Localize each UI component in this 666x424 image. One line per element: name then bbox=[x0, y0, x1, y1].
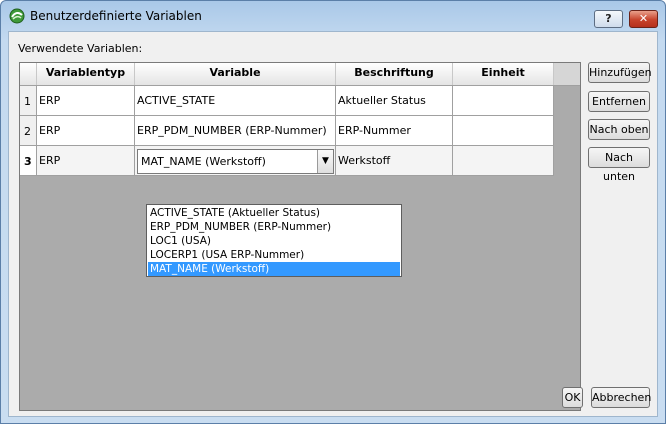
cell-einheit[interactable] bbox=[453, 146, 554, 176]
column-header-beschriftung[interactable]: Beschriftung bbox=[336, 63, 453, 85]
cancel-button[interactable]: Abbrechen bbox=[591, 387, 651, 408]
add-button[interactable]: Hinzufügen bbox=[588, 62, 652, 83]
table-row[interactable]: 2 ERP ERP_PDM_NUMBER (ERP-Nummer) ERP-Nu… bbox=[20, 116, 554, 146]
help-button[interactable]: ? bbox=[594, 10, 623, 28]
app-icon bbox=[9, 8, 25, 24]
cell-beschriftung[interactable]: Werkstoff bbox=[336, 146, 453, 176]
dropdown-option[interactable]: ERP_PDM_NUMBER (ERP-Nummer) bbox=[148, 220, 400, 234]
title-bar[interactable]: Benutzerdefinierte Variablen ? ✕ bbox=[1, 1, 665, 31]
header-filler bbox=[554, 63, 580, 85]
cell-variable[interactable]: ACTIVE_STATE bbox=[135, 86, 336, 116]
cell-variable[interactable]: ERP_PDM_NUMBER (ERP-Nummer) bbox=[135, 116, 336, 146]
cell-variablentyp[interactable]: ERP bbox=[37, 86, 135, 116]
variables-table: Variablentyp Variable Beschriftung Einhe… bbox=[19, 62, 581, 411]
combobox-value: MAT_NAME (Werkstoff) bbox=[141, 155, 266, 168]
table-row[interactable]: 1 ERP ACTIVE_STATE Aktueller Status bbox=[20, 86, 554, 116]
cell-einheit[interactable] bbox=[453, 116, 554, 146]
dropdown-option[interactable]: ACTIVE_STATE (Aktueller Status) bbox=[148, 206, 400, 220]
cell-beschriftung[interactable]: Aktueller Status bbox=[336, 86, 453, 116]
header-corner bbox=[20, 63, 37, 85]
row-number[interactable]: 3 bbox=[20, 146, 37, 176]
table-header: Variablentyp Variable Beschriftung Einhe… bbox=[20, 63, 580, 86]
window-title: Benutzerdefinierte Variablen bbox=[30, 9, 202, 23]
dropdown-option[interactable]: LOC1 (USA) bbox=[148, 234, 400, 248]
column-header-variable[interactable]: Variable bbox=[135, 63, 336, 85]
variable-dropdown-list[interactable]: ACTIVE_STATE (Aktueller Status) ERP_PDM_… bbox=[146, 204, 402, 277]
variable-combobox[interactable]: MAT_NAME (Werkstoff) ▼ bbox=[137, 149, 334, 174]
cell-beschriftung[interactable]: ERP-Nummer bbox=[336, 116, 453, 146]
section-label: Verwendete Variablen: bbox=[18, 42, 143, 55]
table-row-selected[interactable]: 3 ERP MAT_NAME (Werkstoff) ▼ Werkstoff bbox=[20, 146, 554, 176]
cell-variablentyp[interactable]: ERP bbox=[37, 116, 135, 146]
remove-button[interactable]: Entfernen bbox=[588, 91, 650, 112]
ok-button[interactable]: OK bbox=[562, 387, 583, 408]
row-number[interactable]: 1 bbox=[20, 86, 37, 116]
chevron-down-icon[interactable]: ▼ bbox=[317, 150, 333, 173]
close-button[interactable]: ✕ bbox=[629, 10, 658, 28]
dialog-client-area: Verwendete Variablen: Variablentyp Varia… bbox=[8, 31, 658, 417]
row-number[interactable]: 2 bbox=[20, 116, 37, 146]
move-down-button[interactable]: Nach unten bbox=[588, 147, 650, 183]
dialog-window: Benutzerdefinierte Variablen ? ✕ Verwend… bbox=[0, 0, 666, 424]
column-header-einheit[interactable]: Einheit bbox=[453, 63, 554, 85]
dropdown-option[interactable]: LOCERP1 (USA ERP-Nummer) bbox=[148, 248, 400, 262]
cell-einheit[interactable] bbox=[453, 86, 554, 116]
move-up-button[interactable]: Nach oben bbox=[588, 119, 650, 140]
cell-variablentyp[interactable]: ERP bbox=[37, 146, 135, 176]
column-header-variablentyp[interactable]: Variablentyp bbox=[37, 63, 135, 85]
dropdown-option-selected[interactable]: MAT_NAME (Werkstoff) bbox=[148, 262, 400, 276]
